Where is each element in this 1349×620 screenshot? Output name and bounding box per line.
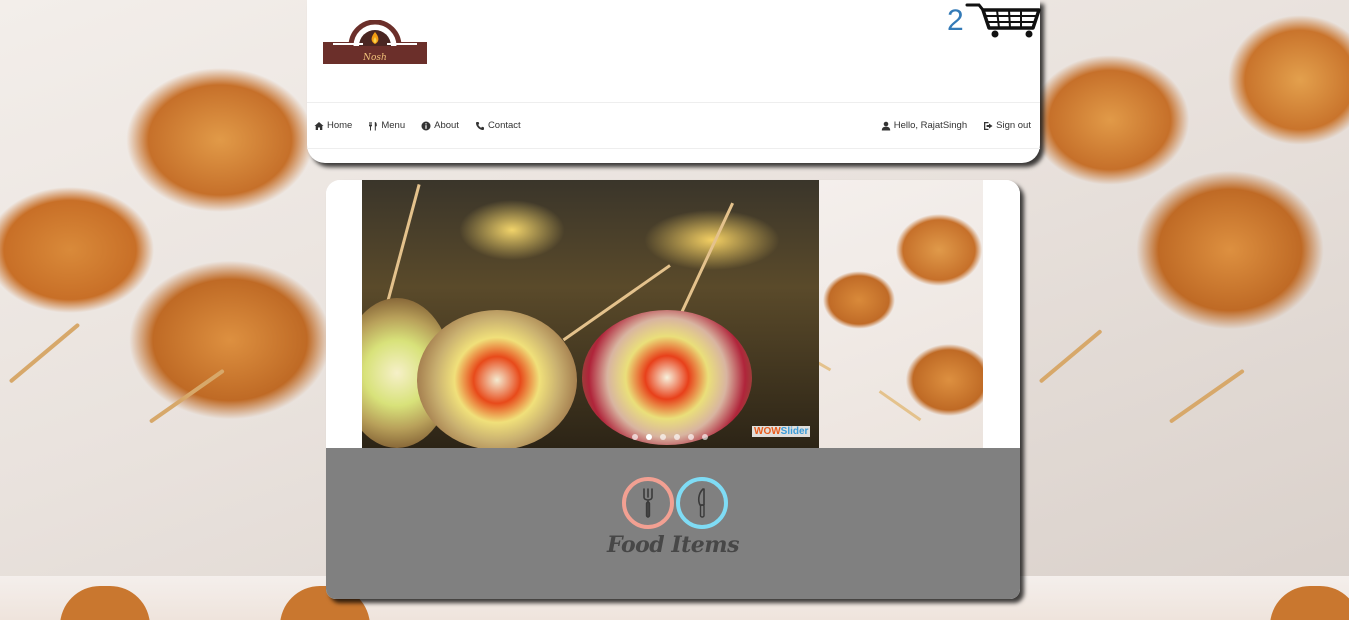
logo-text: Nosh [362, 53, 387, 63]
slider-dot[interactable] [702, 434, 708, 440]
food-items-title: Food Items [607, 532, 739, 558]
food-roll [417, 310, 577, 448]
slider-dot[interactable] [688, 434, 694, 440]
info-icon [421, 121, 431, 130]
skewer-stick [148, 368, 225, 424]
slider-pagination [632, 434, 708, 440]
knife-circle[interactable] [676, 477, 728, 529]
slide-image-next[interactable] [819, 180, 983, 448]
slider-dot[interactable] [632, 434, 638, 440]
nav-right-group: Hello, RajatSingh Sign out [873, 102, 1040, 149]
sign-out-link[interactable]: Sign out [975, 102, 1040, 149]
slider-dot[interactable] [674, 434, 680, 440]
cart-count[interactable]: 2 [947, 4, 964, 38]
home-icon [314, 121, 324, 130]
food-roll [582, 310, 752, 445]
fork-circle[interactable] [622, 477, 674, 529]
slider-dot-active[interactable] [646, 434, 652, 440]
nav-home-label: Home [327, 120, 353, 131]
skewer-stick [1168, 368, 1245, 424]
site-header: Nosh 2 Home Menu About Contact Hello, Ra… [307, 0, 1041, 163]
nav-left-group: Home Menu About Contact [307, 102, 529, 149]
skewer-stick [1038, 329, 1103, 384]
image-slider[interactable]: WOWSlider [326, 180, 1020, 448]
nav-user-greeting[interactable]: Hello, RajatSingh [873, 102, 975, 149]
nav-menu-label: Menu [381, 120, 406, 131]
main-navbar: Home Menu About Contact Hello, RajatSing… [307, 102, 1040, 149]
phone-icon [475, 121, 484, 130]
skewer-stick [8, 322, 81, 384]
toothpick [384, 184, 421, 311]
slider-dot[interactable] [660, 434, 666, 440]
nav-home-link[interactable]: Home [307, 102, 360, 149]
nav-about-link[interactable]: About [413, 102, 467, 149]
sign-out-label: Sign out [996, 120, 1031, 131]
user-greeting-label: Hello, RajatSingh [893, 120, 968, 131]
user-icon [881, 121, 890, 130]
nav-contact-label: Contact [487, 120, 521, 131]
nav-menu-link[interactable]: Menu [360, 102, 413, 149]
fork-icon [643, 488, 653, 518]
knife-icon [697, 488, 705, 518]
cutlery-icon [369, 121, 378, 130]
site-logo[interactable]: Nosh [323, 20, 427, 64]
food-items-section: Food Items [326, 448, 1020, 599]
nav-contact-link[interactable]: Contact [467, 102, 529, 149]
sign-out-icon [984, 121, 993, 130]
skewer-stick [878, 390, 922, 422]
slider-watermark: WOWSlider [752, 426, 811, 437]
content-card: WOWSlider Food Items [326, 180, 1020, 599]
skewer-stick [819, 348, 832, 372]
nav-about-label: About [434, 120, 459, 131]
slide-image-current[interactable]: WOWSlider [362, 180, 819, 448]
shopping-cart-icon[interactable] [965, 2, 1041, 38]
